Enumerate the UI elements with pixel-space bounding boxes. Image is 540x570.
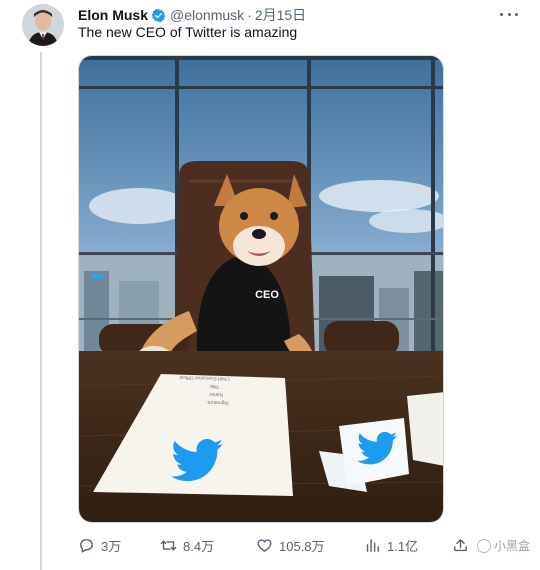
reply-icon <box>80 538 93 553</box>
verified-badge-icon <box>151 8 166 22</box>
retweet-count: 8.4万 <box>183 538 215 554</box>
retweet-icon <box>160 540 177 550</box>
more-icon[interactable] <box>500 8 518 20</box>
tweet-text: The new CEO of Twitter is amazing <box>78 24 298 40</box>
reply-count: 3万 <box>101 538 122 554</box>
doc-line-signature: Signature: <box>206 399 229 406</box>
doc-line-name: Name: <box>208 391 223 398</box>
tweet-date[interactable]: 2月15日 <box>255 5 306 25</box>
author-handle[interactable]: @elonmusk <box>170 7 244 23</box>
doc-line-title: Title: <box>209 383 220 389</box>
separator-dot: · <box>247 7 252 23</box>
watermark-text: 小黑盒 <box>493 539 530 553</box>
views-button[interactable]: 1.1亿 <box>364 535 418 555</box>
views-icon <box>366 538 379 552</box>
ceo-dog-photo: CEO Signature: Name: Title: Chief Execut… <box>79 56 443 522</box>
avatar[interactable] <box>22 4 64 46</box>
sweater-text: CEO <box>255 289 279 301</box>
like-count: 105.8万 <box>279 538 325 554</box>
avatar-image <box>22 4 64 46</box>
views-count: 1.1亿 <box>387 538 419 554</box>
retweet-button[interactable]: 8.4万 <box>160 535 214 555</box>
watermark-logo-icon <box>476 538 491 553</box>
thread-line <box>40 52 42 570</box>
like-icon <box>257 538 272 552</box>
share-icon <box>454 538 467 551</box>
author-name[interactable]: Elon Musk <box>78 7 148 23</box>
tweet-actions: 3万 8.4万 105.8万 1.1亿 <box>78 535 498 555</box>
tweet-media-image[interactable]: CEO Signature: Name: Title: Chief Execut… <box>78 55 444 523</box>
watermark: 小黑盒 <box>476 537 530 554</box>
like-button[interactable]: 105.8万 <box>256 535 325 555</box>
share-button[interactable] <box>452 535 475 555</box>
reply-button[interactable]: 3万 <box>78 535 121 555</box>
tweet-header: Elon Musk @elonmusk · 2月15日 <box>78 6 306 24</box>
